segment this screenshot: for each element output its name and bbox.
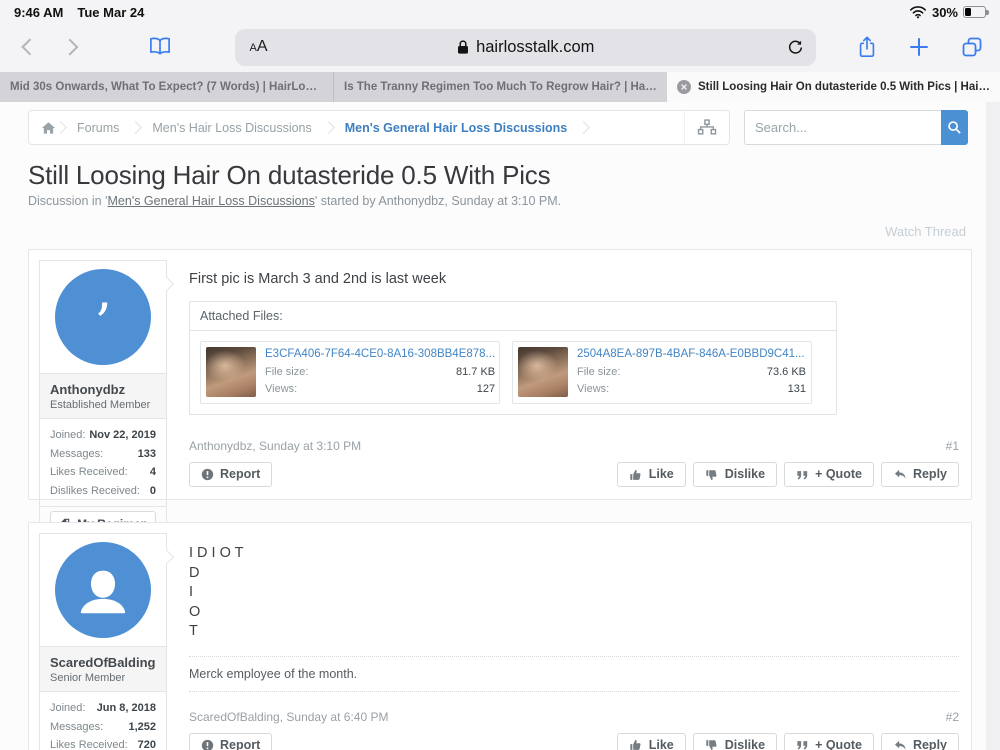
post-2-username[interactable]: ScaredOfBalding	[50, 655, 156, 670]
reply-arrow-icon	[893, 468, 907, 481]
attachment-2-views: 131	[788, 381, 806, 398]
likes-value: 720	[138, 736, 156, 750]
attached-files-box: Attached Files: E3CFA406-7F64-4CE0-8A16-…	[189, 301, 837, 415]
likes-value: 4	[150, 463, 156, 482]
address-bar[interactable]: AA hairlosstalk.com	[235, 29, 816, 66]
avatar[interactable]	[39, 533, 167, 647]
wifi-icon	[909, 5, 927, 19]
quote-button[interactable]: + Quote	[784, 462, 874, 487]
tab-mid-30s-onwards[interactable]: Mid 30s Onwards, What To Expect? (7 Word…	[0, 72, 333, 102]
default-user-icon	[72, 559, 134, 621]
post-2-user-panel: ScaredOfBalding Senior Member Joined:Jun…	[39, 533, 167, 750]
report-icon	[201, 739, 214, 750]
page-gutter	[986, 102, 1000, 750]
thumbs-up-icon	[629, 738, 643, 750]
report-button[interactable]: Report	[189, 462, 272, 487]
attachment-2[interactable]: 2504A8EA-897B-4BAF-846A-E0BBD9C41... Fil…	[512, 341, 812, 404]
quote-icon	[796, 469, 809, 481]
report-button[interactable]: Report	[189, 733, 272, 750]
back-button[interactable]	[21, 39, 38, 56]
lock-icon	[457, 39, 469, 55]
reply-button[interactable]: Reply	[881, 462, 959, 487]
reply-arrow-icon	[893, 739, 907, 750]
breadcrumb: Forums Men's Hair Loss Discussions Men's…	[28, 110, 730, 145]
safari-toolbar: AA hairlosstalk.com	[0, 22, 1000, 72]
report-icon	[201, 468, 214, 481]
messages-value: 133	[138, 445, 156, 464]
attachment-1-thumbnail[interactable]	[206, 347, 256, 397]
post-2-number[interactable]: #2	[946, 710, 959, 724]
dislikes-value: 0	[150, 482, 156, 501]
like-button[interactable]: Like	[617, 462, 686, 487]
post-2: ScaredOfBalding Senior Member Joined:Jun…	[28, 522, 972, 750]
post-1-message: First pic is March 3 and 2nd is last wee…	[189, 271, 959, 287]
avatar-apostrophe-glyph: ’	[94, 313, 111, 335]
post-1: ’ Anthonydbz Established Member Joined:N…	[28, 249, 972, 500]
page-title: Still Loosing Hair On dutasteride 0.5 Wi…	[28, 160, 970, 191]
search-input[interactable]	[744, 110, 941, 145]
thumbs-down-icon	[705, 738, 719, 750]
avatar[interactable]: ’	[39, 260, 167, 374]
quote-button[interactable]: + Quote	[784, 733, 874, 750]
post-2-byline[interactable]: ScaredOfBalding, Sunday at 6:40 PM	[189, 710, 388, 724]
breadcrumb-mens-general[interactable]: Men's General Hair Loss Discussions	[333, 121, 580, 135]
post-1-number[interactable]: #1	[946, 439, 959, 453]
new-tab-icon[interactable]	[908, 36, 930, 58]
battery-percent: 30%	[932, 5, 958, 20]
like-button[interactable]: Like	[617, 733, 686, 750]
page-content: Forums Men's Hair Loss Discussions Men's…	[0, 102, 1000, 750]
url-text: hairlosstalk.com	[476, 38, 594, 57]
tab-tranny-regimen[interactable]: Is The Tranny Regimen Too Much To Regrow…	[333, 72, 667, 102]
thumbs-down-icon	[705, 468, 719, 482]
post-1-user-title: Established Member	[50, 399, 156, 411]
battery-icon	[963, 6, 986, 18]
dislike-button[interactable]: Dislike	[693, 462, 777, 487]
post-1-username[interactable]: Anthonydbz	[50, 382, 156, 397]
attachment-1[interactable]: E3CFA406-7F64-4CE0-8A16-308BB4E878... Fi…	[200, 341, 500, 404]
watch-thread-link[interactable]: Watch Thread	[885, 224, 966, 239]
status-date: Tue Mar 24	[77, 5, 144, 20]
breadcrumb-mens-hair-loss[interactable]: Men's Hair Loss Discussions	[140, 121, 323, 135]
attached-files-label: Attached Files:	[190, 302, 836, 331]
attachment-2-filename[interactable]: 2504A8EA-897B-4BAF-846A-E0BBD9C41...	[577, 348, 806, 360]
tab-strip: Mid 30s Onwards, What To Expect? (7 Word…	[0, 72, 1000, 102]
forum-tree-icon[interactable]	[684, 111, 717, 144]
joined-value: Nov 22, 2019	[89, 426, 156, 445]
post-2-user-title: Senior Member	[50, 672, 156, 684]
bookmarks-icon[interactable]	[147, 35, 173, 59]
post-2-signature: Merck employee of the month.	[189, 656, 959, 692]
forward-button[interactable]	[61, 39, 78, 56]
search-button[interactable]	[941, 110, 968, 145]
tab-still-loosing-hair-active[interactable]: Still Loosing Hair On dutasteride 0.5 Wi…	[667, 72, 1000, 102]
dislike-button[interactable]: Dislike	[693, 733, 777, 750]
tabs-overview-icon[interactable]	[960, 35, 984, 59]
post-1-user-panel: ’ Anthonydbz Established Member Joined:N…	[39, 260, 167, 548]
thumbs-up-icon	[629, 468, 643, 482]
thread-subtitle: Discussion in 'Men's General Hair Loss D…	[28, 194, 970, 208]
status-time: 9:46 AM	[14, 5, 63, 20]
post-1-byline[interactable]: Anthonydbz, Sunday at 3:10 PM	[189, 439, 361, 453]
messages-value: 1,252	[128, 718, 156, 737]
post-2-message: I D I O T D I O T	[189, 544, 959, 642]
status-bar: 9:46 AM Tue Mar 24 30%	[0, 0, 1000, 22]
attachment-1-size: 81.7 KB	[456, 364, 495, 381]
joined-value: Jun 8, 2018	[97, 699, 156, 718]
reader-mode-button[interactable]: AA	[249, 38, 267, 56]
attachment-1-filename[interactable]: E3CFA406-7F64-4CE0-8A16-308BB4E878...	[265, 348, 495, 360]
breadcrumb-forums[interactable]: Forums	[65, 121, 131, 135]
quote-icon	[796, 739, 809, 750]
attachment-2-size: 73.6 KB	[767, 364, 806, 381]
attachment-1-views: 127	[477, 381, 495, 398]
reload-icon[interactable]	[787, 39, 804, 56]
subtitle-forum-link[interactable]: Men's General Hair Loss Discussions	[108, 194, 315, 208]
attachment-2-thumbnail[interactable]	[518, 347, 568, 397]
reply-button[interactable]: Reply	[881, 733, 959, 750]
share-icon[interactable]	[856, 34, 878, 60]
close-tab-icon[interactable]	[677, 80, 691, 94]
